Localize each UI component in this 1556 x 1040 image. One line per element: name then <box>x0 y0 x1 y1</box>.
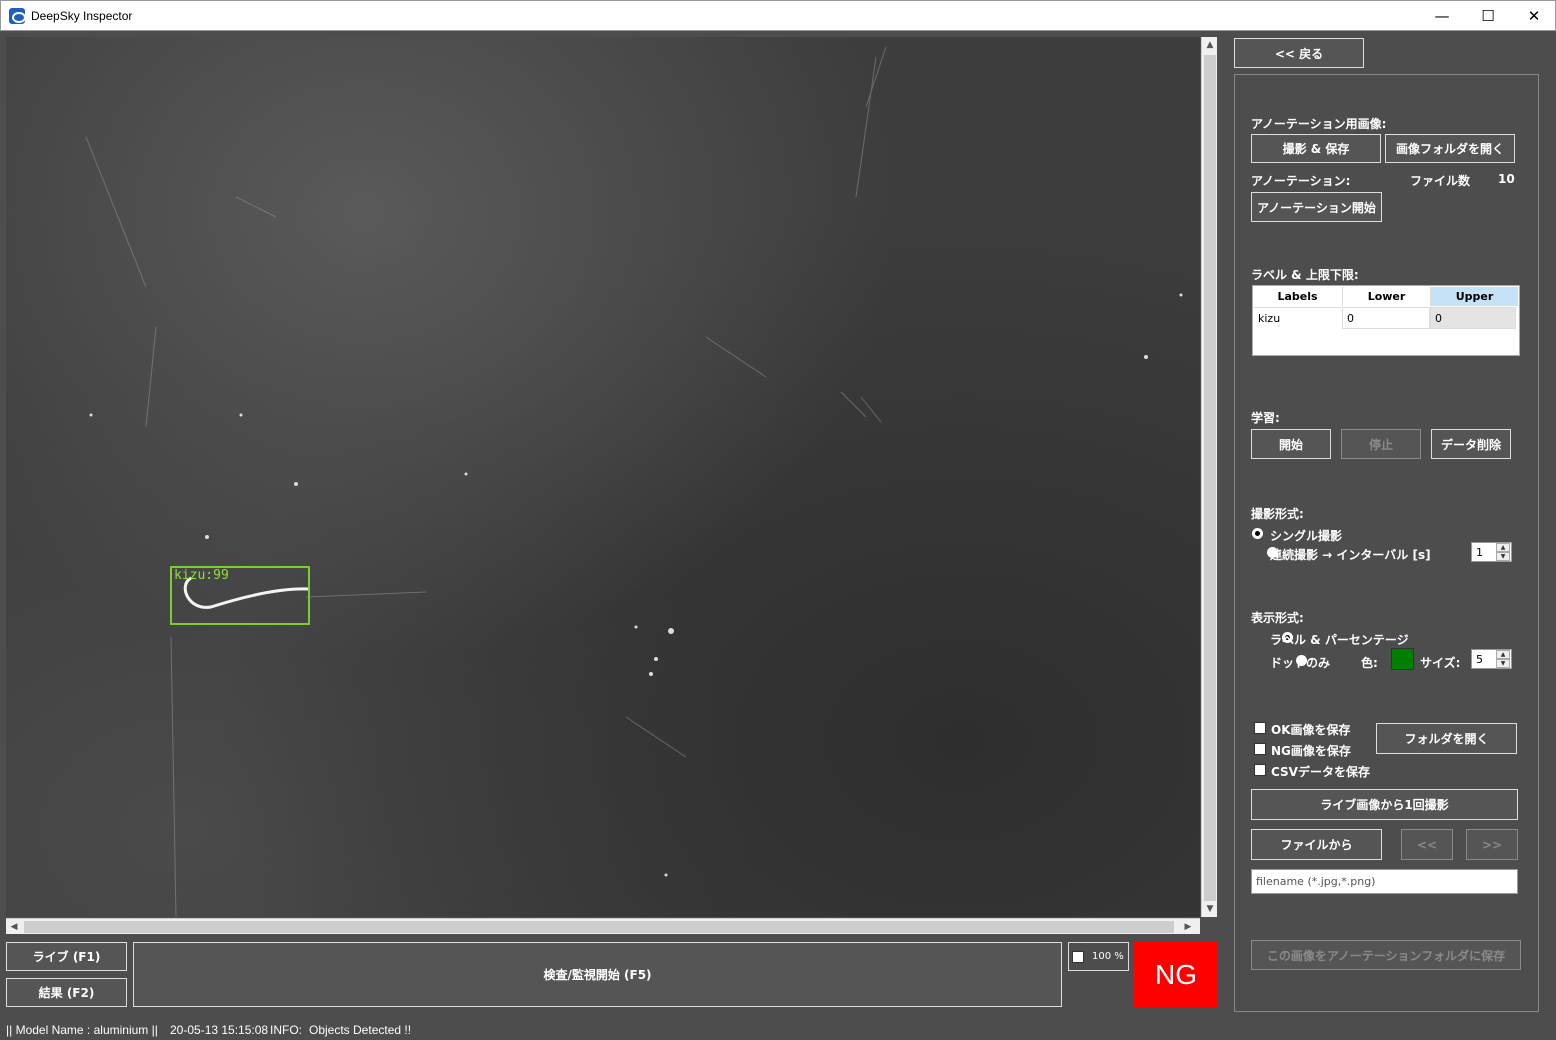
dot-size-down-icon[interactable]: ▼ <box>1496 659 1510 668</box>
learn-stop-button[interactable]: 停止 <box>1341 429 1421 459</box>
zoom-100-toggle[interactable]: 100 % <box>1068 942 1129 971</box>
file-count-label: ファイル数 <box>1410 174 1471 188</box>
open-image-folder-button[interactable]: 画像フォルダを開く <box>1385 134 1515 163</box>
zoom-100-label: 100 % <box>1092 951 1124 962</box>
dot-only-label: ドットのみ <box>1270 656 1331 670</box>
start-annotation-button[interactable]: アノーテーション開始 <box>1251 192 1382 222</box>
vertical-scrollbar[interactable]: ▲ ▼ <box>1201 37 1217 917</box>
dot-size-value: 5 <box>1476 653 1483 666</box>
table-header-labels: Labels <box>1254 287 1341 306</box>
learn-start-button[interactable]: 開始 <box>1251 429 1331 459</box>
save-to-annotation-folder-button[interactable]: この画像をアノーテーションフォルダに保存 <box>1251 940 1521 970</box>
save-ok-label: OK画像を保存 <box>1271 723 1351 737</box>
verdict-badge: NG <box>1134 942 1218 1007</box>
annotation-label: アノーテーション: <box>1251 174 1351 188</box>
horizontal-scroll-thumb[interactable] <box>24 921 1174 933</box>
scroll-up-icon[interactable]: ▲ <box>1202 37 1218 53</box>
continuous-capture-label: 連続撮影 → インターバル [s] <box>1270 548 1431 562</box>
dot-color-swatch[interactable] <box>1391 648 1414 670</box>
save-csv-label: CSVデータを保存 <box>1271 765 1370 779</box>
table-cell-lower[interactable]: 0 <box>1342 307 1430 329</box>
status-info-message: Objects Detected !! <box>309 1023 412 1037</box>
scroll-right-icon[interactable]: ▶ <box>1180 919 1196 935</box>
single-capture-label: シングル撮影 <box>1270 529 1343 543</box>
save-ok-checkbox[interactable] <box>1254 722 1266 734</box>
interval-value: 1 <box>1476 546 1483 559</box>
label-percentage-label: ラベル & パーセンテージ <box>1270 633 1409 647</box>
label-limits-table[interactable]: Labels Lower Upper kizu 0 0 <box>1252 285 1520 356</box>
single-capture-radio[interactable] <box>1252 528 1263 539</box>
table-cell-label[interactable]: kizu <box>1254 307 1341 329</box>
color-label: 色: <box>1361 656 1378 670</box>
status-info-label: INFO: <box>270 1023 302 1037</box>
window-title: DeepSky Inspector <box>31 9 133 23</box>
size-label: サイズ: <box>1420 656 1461 670</box>
back-button[interactable]: << 戻る <box>1234 38 1364 68</box>
app-logo-icon <box>9 8 26 24</box>
from-file-button[interactable]: ファイルから <box>1251 829 1382 860</box>
file-count-value: 10 <box>1498 172 1515 186</box>
table-cell-upper[interactable]: 0 <box>1430 307 1516 329</box>
annotation-image-title: アノーテーション用画像: <box>1251 117 1387 131</box>
table-header-upper: Upper <box>1430 287 1518 306</box>
maximize-button[interactable]: ☐ <box>1465 1 1511 31</box>
save-csv-checkbox[interactable] <box>1254 764 1266 776</box>
interval-down-icon[interactable]: ▼ <box>1496 552 1510 561</box>
zoom-100-checkbox[interactable] <box>1072 950 1084 963</box>
dot-size-up-icon[interactable]: ▲ <box>1496 650 1510 659</box>
label-limits-title: ラベル & 上限下限: <box>1251 268 1359 282</box>
data-delete-button[interactable]: データ削除 <box>1431 429 1511 459</box>
close-button[interactable]: ✕ <box>1511 1 1556 31</box>
open-folder-button[interactable]: フォルダを開く <box>1376 723 1517 754</box>
inspection-image-viewport[interactable] <box>6 37 1200 917</box>
inspection-image <box>85 46 1183 917</box>
horizontal-scrollbar[interactable]: ◀ ▶ <box>6 918 1200 934</box>
minimize-button[interactable]: — <box>1419 1 1465 31</box>
vertical-scroll-thumb[interactable] <box>1204 55 1216 901</box>
interval-spinner[interactable]: 1 ▲ ▼ <box>1471 542 1512 562</box>
previous-file-button[interactable]: << <box>1401 829 1453 860</box>
status-model-name: || Model Name : aluminium || <box>6 1023 158 1037</box>
scroll-down-icon[interactable]: ▼ <box>1202 901 1218 917</box>
live-button[interactable]: ライブ (F1) <box>6 942 127 971</box>
detection-label: kizu:99 <box>174 568 229 583</box>
learning-title: 学習: <box>1251 411 1280 425</box>
status-timestamp: 20-05-13 15:15:08 <box>170 1023 269 1037</box>
save-ng-checkbox[interactable] <box>1254 743 1266 755</box>
save-ng-label: NG画像を保存 <box>1271 744 1351 758</box>
filename-input[interactable]: filename (*.jpg,*.png) <box>1251 869 1518 894</box>
table-header-lower: Lower <box>1342 287 1430 306</box>
live-capture-once-button[interactable]: ライブ画像から1回撮影 <box>1251 789 1518 820</box>
interval-up-icon[interactable]: ▲ <box>1496 543 1510 552</box>
dot-size-spinner[interactable]: 5 ▲ ▼ <box>1471 649 1512 669</box>
capture-mode-title: 撮影形式: <box>1251 507 1304 521</box>
result-button[interactable]: 結果 (F2) <box>6 978 127 1007</box>
next-file-button[interactable]: >> <box>1466 829 1518 860</box>
scroll-left-icon[interactable]: ◀ <box>6 919 22 935</box>
status-bar: || Model Name : aluminium || 20-05-13 15… <box>0 1019 1556 1040</box>
capture-save-button[interactable]: 撮影 & 保存 <box>1251 134 1381 163</box>
inspection-start-button[interactable]: 検査/監視開始 (F5) <box>133 942 1062 1007</box>
display-mode-title: 表示形式: <box>1251 611 1304 625</box>
title-bar: DeepSky Inspector — ☐ ✕ <box>0 0 1556 31</box>
